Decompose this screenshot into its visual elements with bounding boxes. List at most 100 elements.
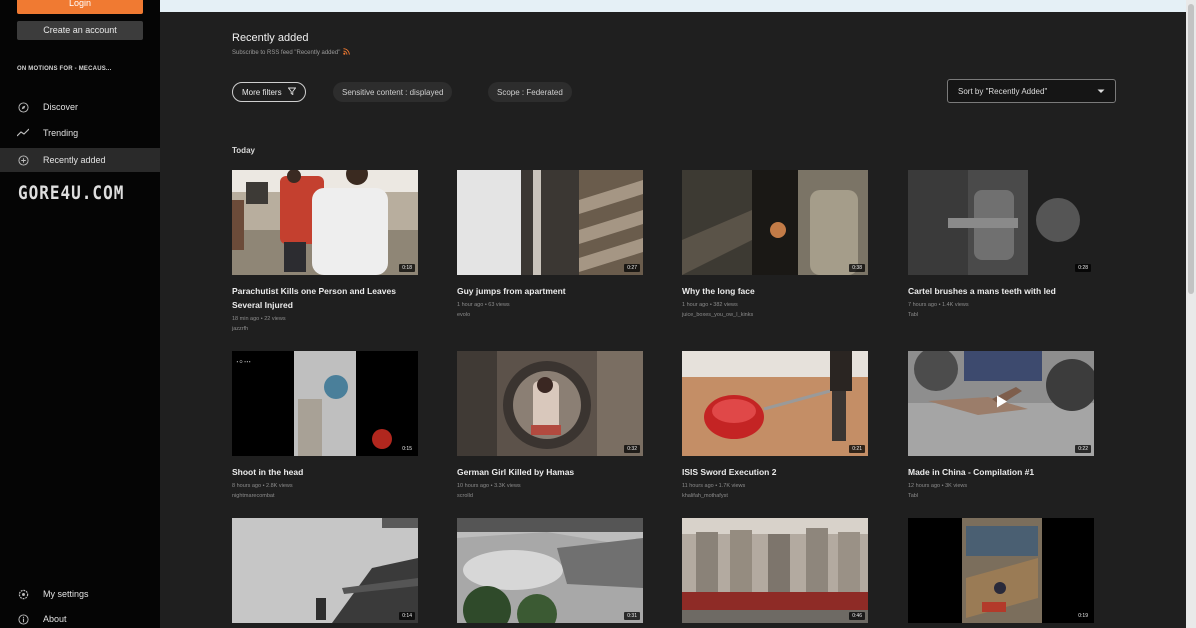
video-card[interactable]: 0:46 <box>682 518 868 628</box>
sidebar: Login Create an account ON MOTIONS FOR -… <box>0 0 160 628</box>
video-card[interactable]: ᐧ◦ᐧᐧᐧ 0:15 Shoot in the head 8 hours ago… <box>232 351 418 499</box>
video-title[interactable]: Why the long face <box>682 284 868 298</box>
compass-icon <box>17 101 29 113</box>
chevron-down-icon <box>1097 87 1105 96</box>
section-label-today: Today <box>232 146 255 155</box>
video-thumbnail[interactable]: ᐧ◦ᐧᐧᐧ 0:15 <box>232 351 418 456</box>
video-duration: 0:46 <box>849 612 865 620</box>
video-meta: 1 hour ago • 63 views <box>457 302 510 308</box>
sort-label: Sort by "Recently Added" <box>958 86 1048 96</box>
video-title[interactable]: German Girl Killed by Hamas <box>457 465 643 479</box>
video-card[interactable]: 0:38 Why the long face 1 hour ago • 382 … <box>682 170 868 318</box>
instance-name: ON MOTIONS FOR - MECAUS... <box>17 66 112 72</box>
video-meta: 7 hours ago • 1.4K views <box>908 302 969 308</box>
video-duration: 0:27 <box>624 264 640 272</box>
sidebar-item-my-settings[interactable]: My settings <box>0 582 160 606</box>
page-title: Recently added <box>232 32 309 44</box>
scrollbar[interactable] <box>1186 0 1196 628</box>
sidebar-item-about[interactable]: About <box>0 607 160 628</box>
sidebar-item-label: About <box>43 614 67 624</box>
rss-label: Subscribe to RSS feed "Recently added" <box>232 49 341 56</box>
video-duration: 0:18 <box>399 264 415 272</box>
scrollbar-thumb[interactable] <box>1188 4 1194 294</box>
sidebar-item-trending[interactable]: Trending <box>0 121 160 145</box>
video-duration: 0:22 <box>1075 445 1091 453</box>
plus-circle-icon <box>17 154 29 166</box>
video-card[interactable]: 0:14 <box>232 518 418 628</box>
trending-icon <box>17 127 29 139</box>
video-thumbnail[interactable]: 0:14 <box>232 518 418 623</box>
video-channel[interactable]: scrolld <box>457 493 643 499</box>
video-meta: 10 hours ago • 3.3K views <box>457 483 521 489</box>
video-channel[interactable]: evolo <box>457 312 643 318</box>
video-card[interactable]: 0:32 German Girl Killed by Hamas 10 hour… <box>457 351 643 499</box>
video-title[interactable]: Parachutist Kills one Person and Leaves … <box>232 284 418 312</box>
video-duration: 0:31 <box>624 612 640 620</box>
video-title[interactable]: Cartel brushes a mans teeth with led <box>908 284 1094 298</box>
main-content: Recently added Subscribe to RSS feed "Re… <box>160 0 1186 628</box>
login-button[interactable]: Login <box>17 0 143 14</box>
video-title[interactable]: Shoot in the head <box>232 465 418 479</box>
video-card[interactable]: 0:19 <box>908 518 1094 628</box>
video-channel[interactable]: Tabl <box>908 312 1094 318</box>
site-logo: GORE4U.COM <box>18 181 125 204</box>
video-duration: 0:32 <box>624 445 640 453</box>
more-filters-button[interactable]: More filters <box>232 82 306 102</box>
gear-icon <box>17 588 29 600</box>
video-thumbnail[interactable]: 0:31 <box>457 518 643 623</box>
video-thumbnail[interactable]: 0:38 <box>682 170 868 275</box>
sensitive-content-label: Sensitive content : displayed <box>342 87 444 97</box>
video-title[interactable]: Guy jumps from apartment <box>457 284 643 298</box>
video-meta: 1 hour ago • 382 views <box>682 302 738 308</box>
filter-icon <box>287 87 296 97</box>
video-duration: 0:21 <box>849 445 865 453</box>
video-duration: 0:14 <box>399 612 415 620</box>
video-card[interactable]: 0:22 Made in China - Compilation #1 12 h… <box>908 351 1094 499</box>
video-thumbnail[interactable]: 0:28 <box>908 170 1094 275</box>
video-channel[interactable]: juice_boxes_you_ow_I_kinks <box>682 312 868 318</box>
video-card[interactable]: 0:27 Guy jumps from apartment 1 hour ago… <box>457 170 643 318</box>
video-title[interactable]: Made in China - Compilation #1 <box>908 465 1094 479</box>
video-channel[interactable]: jazzrfh <box>232 326 418 332</box>
video-channel[interactable]: nightmarecombat <box>232 493 418 499</box>
scope-label: Scope : Federated <box>497 87 563 97</box>
video-meta: 18 min ago • 22 views <box>232 316 286 322</box>
sort-select[interactable]: Sort by "Recently Added" <box>947 79 1116 103</box>
video-card[interactable]: 0:18 Parachutist Kills one Person and Le… <box>232 170 418 332</box>
video-meta: 8 hours ago • 2.8K views <box>232 483 293 489</box>
sidebar-item-recently-added[interactable]: Recently added <box>0 148 160 172</box>
video-channel[interactable]: khalifah_mothafyst <box>682 493 868 499</box>
play-icon <box>994 394 1008 413</box>
video-card[interactable]: 0:21 ISIS Sword Execution 2 11 hours ago… <box>682 351 868 499</box>
video-duration: 0:15 <box>399 445 415 453</box>
video-thumbnail[interactable]: 0:27 <box>457 170 643 275</box>
video-thumbnail[interactable]: 0:21 <box>682 351 868 456</box>
video-duration: 0:19 <box>1075 612 1091 620</box>
video-thumbnail[interactable]: 0:19 <box>908 518 1094 623</box>
svg-text:ᐧ◦ᐧᐧᐧ: ᐧ◦ᐧᐧᐧ <box>236 358 251 368</box>
sidebar-item-label: Recently added <box>43 155 106 165</box>
rss-icon <box>343 48 351 57</box>
video-meta: 12 hours ago • 3K views <box>908 483 968 489</box>
create-account-button[interactable]: Create an account <box>17 21 143 40</box>
sidebar-item-label: Trending <box>43 128 79 138</box>
video-meta: 11 hours ago • 1.7K views <box>682 483 746 489</box>
video-card[interactable]: 0:28 Cartel brushes a mans teeth with le… <box>908 170 1094 318</box>
video-duration: 0:28 <box>1075 264 1091 272</box>
video-card[interactable]: 0:31 <box>457 518 643 628</box>
video-thumbnail[interactable]: 0:22 <box>908 351 1094 456</box>
sidebar-item-discover[interactable]: Discover <box>0 95 160 119</box>
more-filters-label: More filters <box>242 87 282 97</box>
video-thumbnail[interactable]: 0:46 <box>682 518 868 623</box>
video-duration: 0:38 <box>849 264 865 272</box>
video-thumbnail[interactable]: 0:32 <box>457 351 643 456</box>
video-thumbnail[interactable]: 0:18 <box>232 170 418 275</box>
sensitive-content-filter[interactable]: Sensitive content : displayed <box>333 82 453 102</box>
rss-subscribe-link[interactable]: Subscribe to RSS feed "Recently added" <box>232 48 351 57</box>
video-title[interactable]: ISIS Sword Execution 2 <box>682 465 868 479</box>
scope-filter[interactable]: Scope : Federated <box>488 82 572 102</box>
sidebar-item-label: My settings <box>43 589 89 599</box>
info-icon <box>17 613 29 625</box>
sidebar-item-label: Discover <box>43 102 79 112</box>
video-channel[interactable]: Tabl <box>908 493 1094 499</box>
